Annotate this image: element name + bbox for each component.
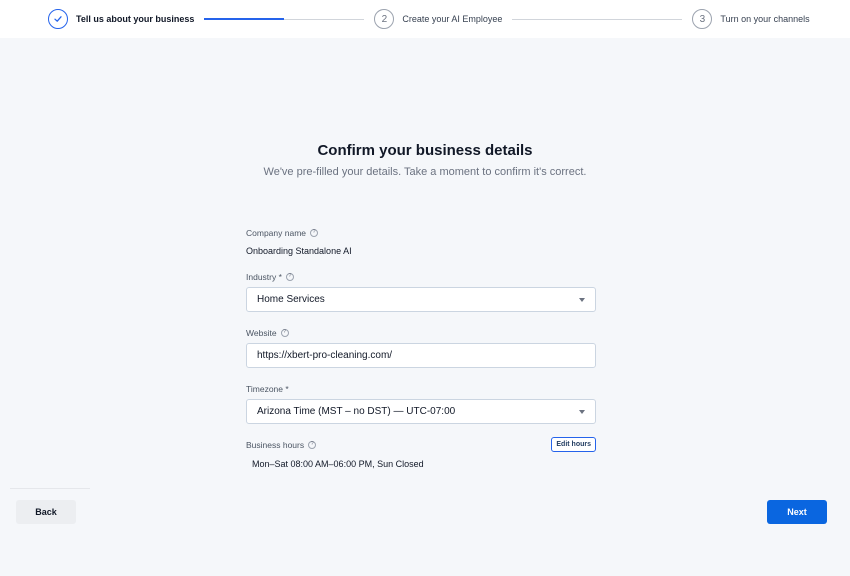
step-2-number: 2 xyxy=(374,9,395,29)
company-name-value: Onboarding Standalone AI xyxy=(246,246,352,256)
industry-select-value: Home Services xyxy=(257,294,325,305)
step-1: Tell us about your business xyxy=(48,9,194,29)
company-name-label: Company name ? xyxy=(246,228,596,238)
page-title: Confirm your business details xyxy=(317,142,533,159)
step-connector-2 xyxy=(512,18,683,20)
help-circle-icon[interactable]: ? xyxy=(285,273,294,281)
next-button[interactable]: Next xyxy=(767,500,827,524)
industry-label: Industry * ? xyxy=(246,272,596,282)
website-input-value: https://xbert-pro-cleaning.com/ xyxy=(257,350,393,361)
step-3-label: Turn on your channels xyxy=(720,14,810,24)
step-connector-1 xyxy=(204,18,365,20)
company-name-label-text: Company name xyxy=(246,228,307,238)
business-hours-label-text: Business hours xyxy=(246,439,305,450)
step-1-label: Tell us about your business xyxy=(76,14,195,24)
footer-divider xyxy=(10,488,90,489)
business-details-form: Company name ? Onboarding Standalone AI … xyxy=(246,228,596,469)
business-hours-value: Mon–Sat 08:00 AM–06:00 PM, Sun Closed xyxy=(252,459,424,469)
page-subtitle: We've pre-filled your details. Take a mo… xyxy=(263,166,587,178)
help-circle-icon[interactable]: ? xyxy=(308,440,317,449)
timezone-select-value: Arizona Time (MST – no DST) — UTC-07:00 xyxy=(257,406,456,417)
back-button[interactable]: Back xyxy=(16,500,76,524)
website-label-text: Website xyxy=(246,328,277,338)
business-hours-label: Business hours ? xyxy=(246,439,317,450)
step-2: 2 Create your AI Employee xyxy=(374,9,502,29)
timezone-label: Timezone * xyxy=(246,384,596,394)
industry-label-text: Industry * xyxy=(246,272,282,282)
chevron-down-icon xyxy=(579,410,585,414)
help-circle-icon[interactable]: ? xyxy=(280,329,289,337)
business-hours-header: Business hours ? Edit hours xyxy=(246,437,596,452)
onboarding-stepper: Tell us about your business 2 Create you… xyxy=(0,0,850,38)
step-progress-fill xyxy=(204,18,285,20)
main-content: Confirm your business details We've pre-… xyxy=(0,38,850,576)
step-3: 3 Turn on your channels xyxy=(692,9,810,29)
website-input[interactable]: https://xbert-pro-cleaning.com/ xyxy=(246,343,596,368)
check-icon xyxy=(48,9,68,29)
timezone-label-text: Timezone * xyxy=(246,384,289,394)
step-3-number: 3 xyxy=(692,9,713,29)
timezone-select[interactable]: Arizona Time (MST – no DST) — UTC-07:00 xyxy=(246,399,596,424)
edit-hours-button[interactable]: Edit hours xyxy=(551,437,596,452)
help-circle-icon[interactable]: ? xyxy=(310,229,319,237)
industry-select[interactable]: Home Services xyxy=(246,287,596,312)
step-2-label: Create your AI Employee xyxy=(402,14,503,24)
chevron-down-icon xyxy=(579,298,585,302)
website-label: Website ? xyxy=(246,328,596,338)
